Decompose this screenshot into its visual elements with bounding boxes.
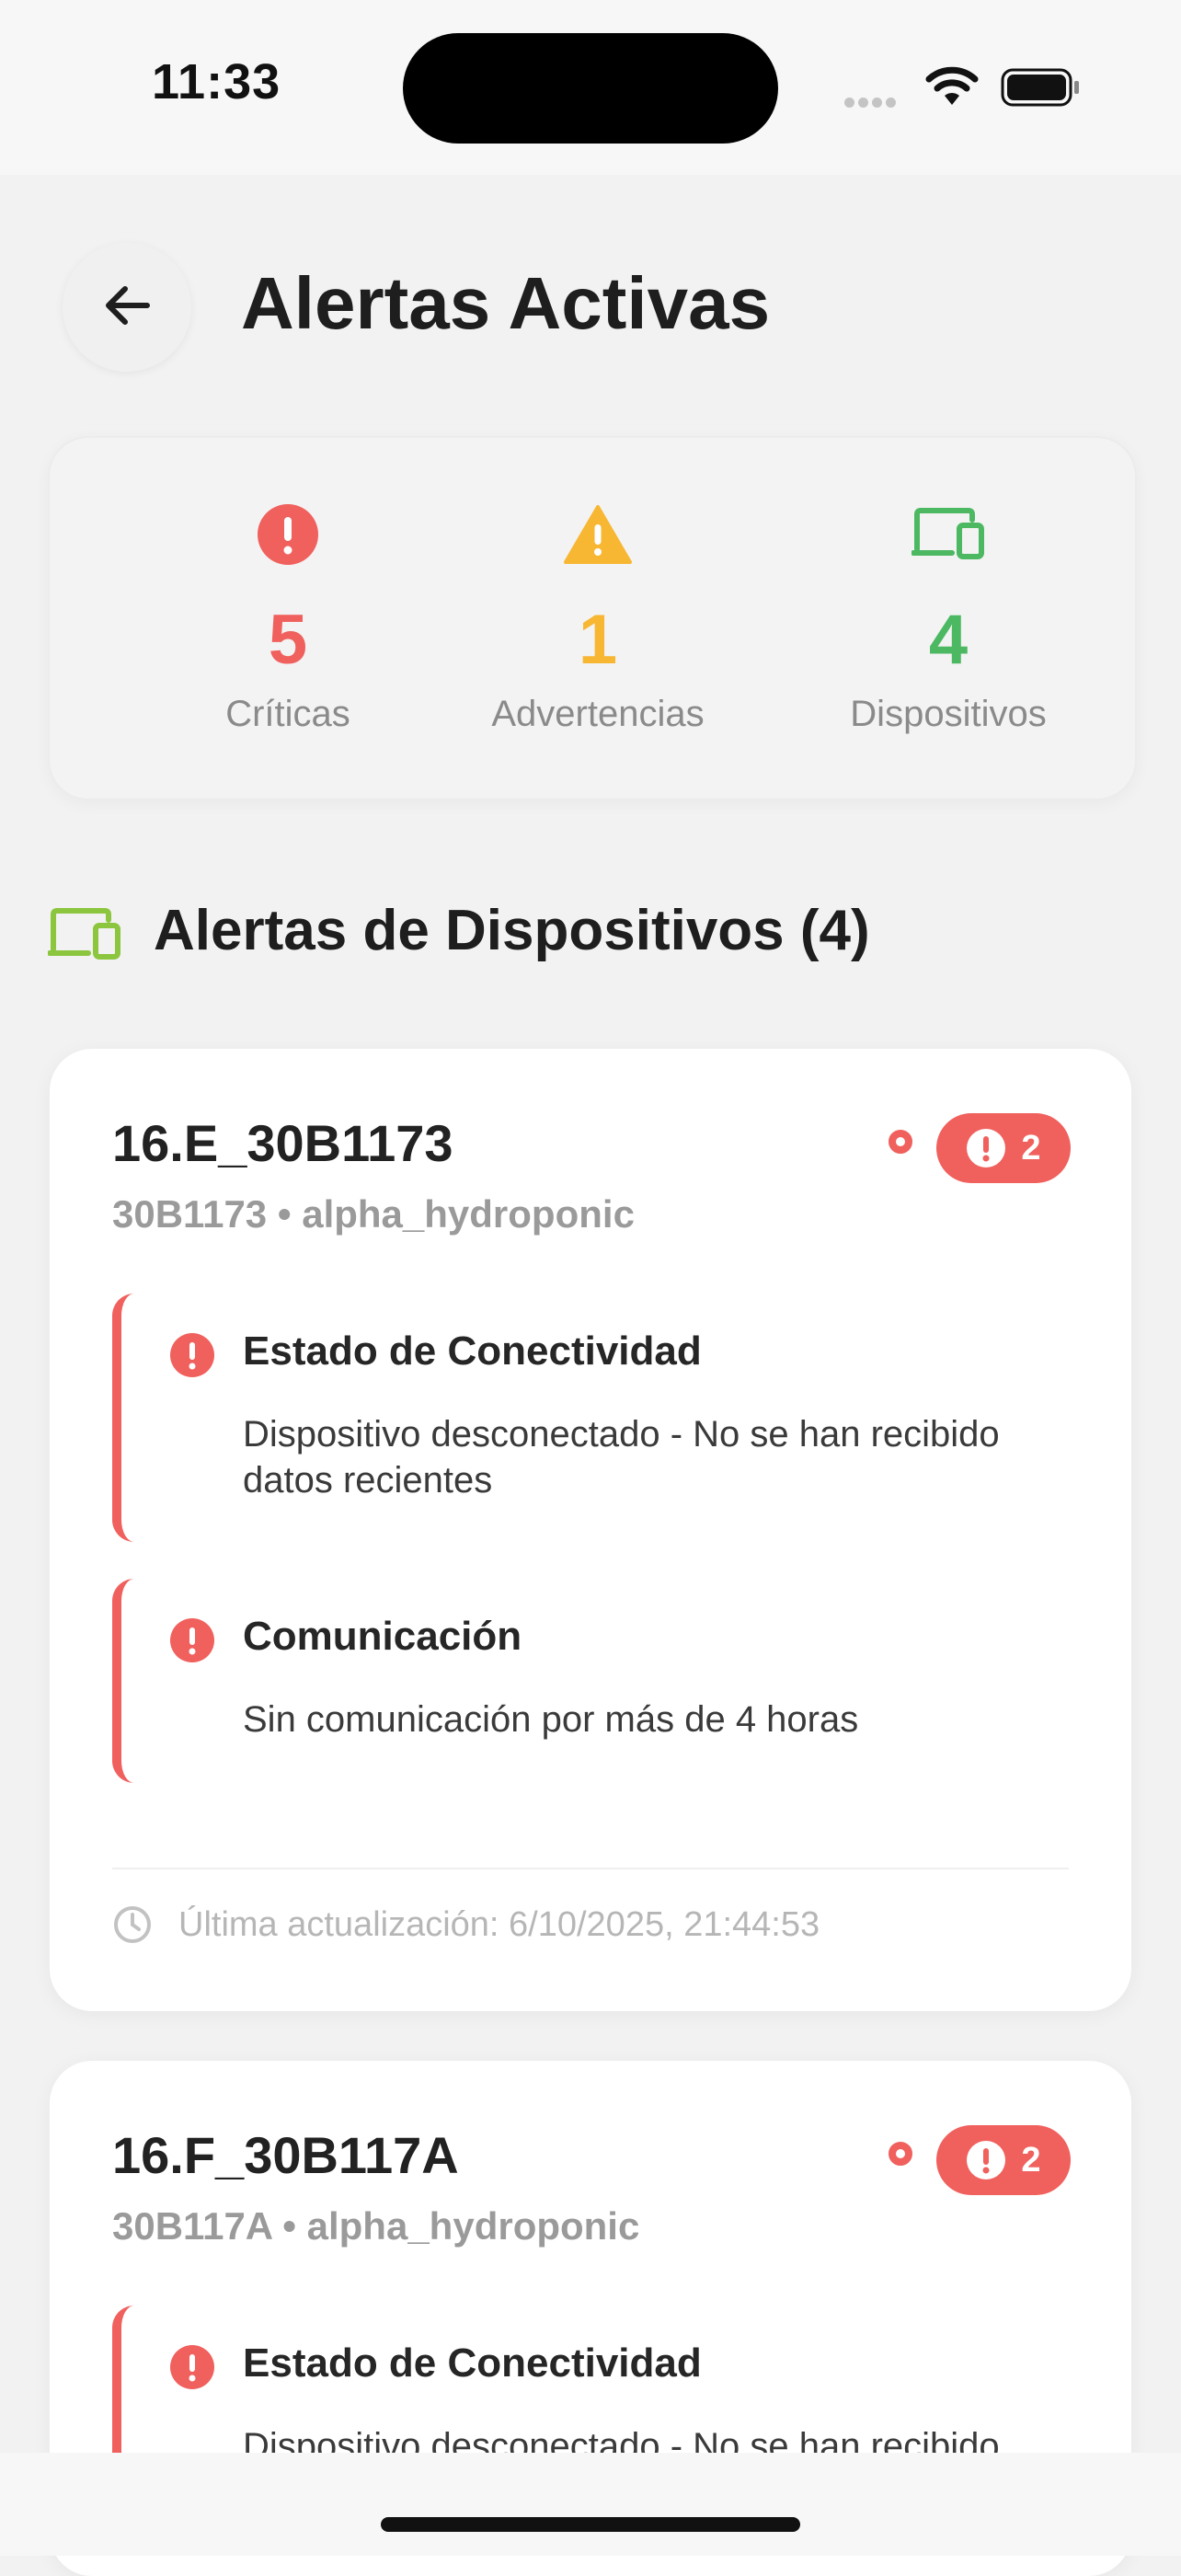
warning-label: Advertencias [491,694,705,734]
wifi-icon [924,64,980,111]
critical-icon [169,1617,215,1668]
alert-summary-card: 5 Críticas 1 Advertencias 4 Dispositivos [48,436,1137,800]
critical-count: 5 [268,601,308,679]
offline-status-icon [889,2142,912,2166]
alert-title: Estado de Conectividad [243,1328,702,1374]
alert-count: 2 [1021,2140,1041,2179]
alert-item[interactable]: Comunicación Sin comunicación por más de… [112,1579,1078,1783]
critical-icon [169,2344,215,2395]
alert-message: Dispositivo desconectado - No se han rec… [243,1414,1000,1501]
back-button[interactable] [63,243,191,372]
device-name: 16.F_30B117A [112,2126,459,2184]
devices-count: 4 [928,601,969,679]
warning-stat: 1 Advertencias [460,438,736,799]
home-indicator[interactable] [381,2517,800,2532]
critical-stat: 5 Críticas [150,438,426,799]
device-name: 16.E_30B1173 [112,1114,453,1172]
battery-icon [1001,68,1080,111]
critical-icon [150,502,426,567]
status-time: 11:33 [152,54,281,109]
alert-title: Comunicación [243,1614,522,1659]
device-subtitle: 30B117A • alpha_hydroponic [112,2204,640,2248]
section-title: Alertas de Dispositivos (4) [154,899,870,962]
alert-item[interactable]: Estado de Conectividad Dispositivo desco… [112,1294,1078,1542]
alert-count: 2 [1021,1128,1041,1167]
last-updated-text: Última actualización: 6/10/2025, 21:44:5… [178,1904,820,1944]
card-divider [112,1868,1069,1869]
cellular-signal-icon [844,96,900,112]
alert-icon [966,1128,1006,1168]
alert-count-badge: 2 [936,2125,1071,2195]
status-bar: 11:33 [0,0,1181,175]
devices-icon [47,907,121,967]
critical-label: Críticas [225,694,350,734]
section-header: Alertas de Dispositivos (4) [47,898,1133,972]
arrow-left-icon [99,282,155,333]
home-indicator-area [0,2453,1181,2556]
alert-message: Sin comunicación por más de 4 horas [243,1699,859,1740]
last-updated: Última actualización: 6/10/2025, 21:44:5… [112,1904,820,1945]
devices-stat: 4 Dispositivos [810,438,1086,799]
alert-count-badge: 2 [936,1113,1071,1183]
warning-icon [460,502,736,567]
dynamic-island [403,33,778,144]
clock-icon [112,1904,153,1945]
device-card[interactable]: 16.E_30B1173 30B1173 • alpha_hydroponic … [50,1049,1131,2011]
alert-title: Estado de Conectividad [243,2340,702,2386]
devices-icon [810,502,1086,567]
device-subtitle: 30B1173 • alpha_hydroponic [112,1192,635,1236]
alert-icon [966,2140,1006,2180]
page-title: Alertas Activas [241,262,771,344]
offline-status-icon [889,1130,912,1154]
critical-icon [169,1332,215,1383]
devices-label: Dispositivos [850,694,1047,734]
warning-count: 1 [578,601,618,679]
